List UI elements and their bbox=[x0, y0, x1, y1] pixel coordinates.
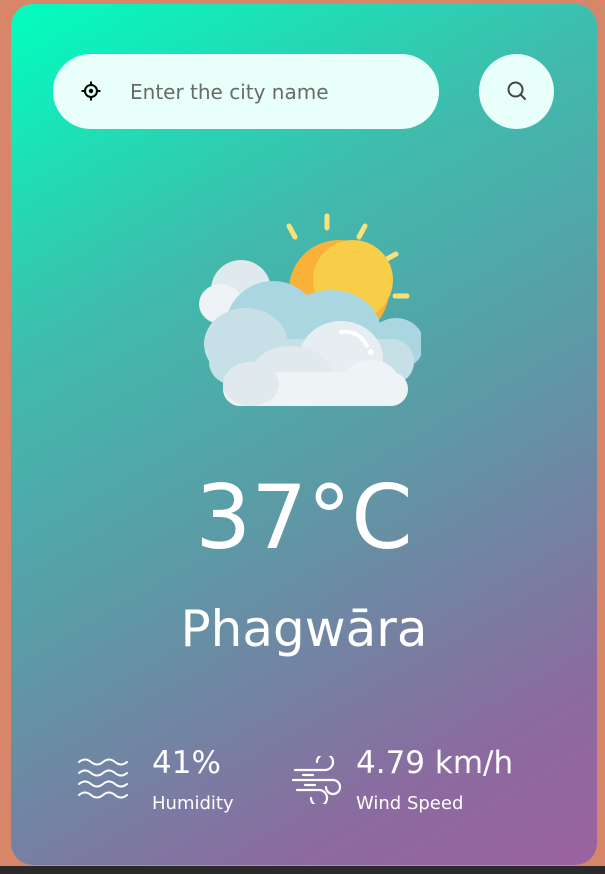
humidity-stat: 41% Humidity bbox=[77, 746, 277, 816]
humidity-label: Humidity bbox=[152, 793, 234, 814]
sun-behind-clouds-icon bbox=[191, 204, 424, 414]
water-waves-icon bbox=[77, 756, 129, 806]
wind-stat: 4.79 km/h Wind Speed bbox=[291, 746, 591, 816]
taskbar-strip bbox=[0, 866, 605, 874]
temperature: 37°C bbox=[195, 466, 413, 569]
humidity-value: 41% bbox=[152, 745, 221, 781]
city-name: Phagwāra bbox=[180, 600, 428, 658]
wind-icon bbox=[291, 752, 343, 808]
weather-card: 37°C Phagwāra 41% Humidity bbox=[11, 4, 597, 865]
wind-speed-value: 4.79 km/h bbox=[356, 745, 514, 781]
crosshair-icon[interactable] bbox=[81, 81, 101, 101]
wind-speed-label: Wind Speed bbox=[356, 793, 464, 814]
search-input[interactable] bbox=[128, 72, 422, 112]
search-box bbox=[53, 54, 439, 129]
search-button[interactable] bbox=[479, 54, 554, 129]
